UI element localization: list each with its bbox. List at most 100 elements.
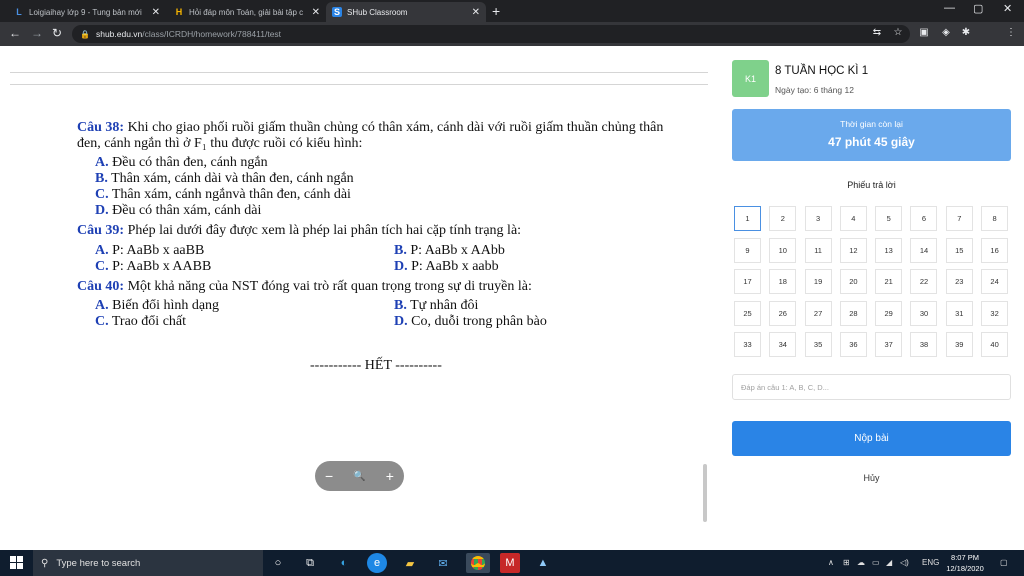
photos-icon[interactable]: ▲ xyxy=(533,553,553,573)
zoom-out-icon[interactable]: − xyxy=(325,468,333,484)
url-bar[interactable]: 🔒 shub.edu.vn/class/ICRDH/homework/78841… xyxy=(72,25,910,43)
cortana-icon[interactable]: ○ xyxy=(268,553,288,573)
answer-cell-14[interactable]: 14 xyxy=(910,237,938,263)
answer-cell-11[interactable]: 11 xyxy=(804,237,832,263)
answer-cell-36[interactable]: 36 xyxy=(839,332,867,357)
answer-cell-23[interactable]: 23 xyxy=(945,269,973,294)
answer-cell-32[interactable]: 32 xyxy=(981,300,1009,326)
browser-tab-shub[interactable]: S SHub Classroom ✕ xyxy=(326,2,486,22)
answer-option: C. P: AaBb x AABB xyxy=(95,259,212,274)
hoidap-icon: H xyxy=(175,7,183,17)
answer-cell-24[interactable]: 24 xyxy=(981,269,1009,294)
mcafee-icon[interactable]: M xyxy=(500,553,520,573)
answer-cell-28[interactable]: 28 xyxy=(839,300,867,326)
minimize-icon[interactable]: — xyxy=(944,2,955,14)
cancel-button[interactable]: Hủy xyxy=(732,473,1011,483)
answer-cell-37[interactable]: 37 xyxy=(875,332,903,357)
answer-option: B. P: AaBb x AAbb xyxy=(394,243,505,258)
edge-icon[interactable]: ◐ xyxy=(334,553,354,573)
document-viewer: Câu 38: Khi cho giao phối ruồi giấm thuầ… xyxy=(0,46,712,550)
answer-cell-26[interactable]: 26 xyxy=(769,300,797,326)
answer-cell-3[interactable]: 3 xyxy=(804,206,832,231)
answer-cell-20[interactable]: 20 xyxy=(839,269,867,294)
language-indicator[interactable]: ENG xyxy=(922,558,939,567)
question-38-line1: Câu 38: Khi cho giao phối ruồi giấm thuầ… xyxy=(77,120,664,135)
answer-cell-18[interactable]: 18 xyxy=(769,269,797,294)
notifications-icon[interactable]: ▢ xyxy=(1000,558,1008,567)
close-tab-icon[interactable]: ✕ xyxy=(312,7,320,18)
translate-icon[interactable]: ⇆ xyxy=(870,27,884,38)
answer-cell-17[interactable]: 17 xyxy=(734,269,761,294)
chrome-icon[interactable] xyxy=(466,553,490,573)
answer-cell-25[interactable]: 25 xyxy=(734,300,761,326)
scrollbar-thumb[interactable] xyxy=(703,464,707,522)
browser-tab-hoidap[interactable]: H Hỏi đáp môn Toán, giải bài tập c ✕ xyxy=(168,2,326,22)
answer-cell-21[interactable]: 21 xyxy=(875,269,903,294)
address-toolbar: ← → ↻ 🔒 shub.edu.vn/class/ICRDH/homework… xyxy=(0,22,1024,63)
windows-start-icon[interactable] xyxy=(10,556,23,569)
answer-cell-5[interactable]: 5 xyxy=(875,206,903,231)
extension-icon[interactable]: ▣ xyxy=(917,27,931,38)
file-explorer-icon[interactable]: ▰ xyxy=(400,553,420,573)
zoom-in-icon[interactable]: + xyxy=(386,468,394,484)
answer-cell-29[interactable]: 29 xyxy=(875,300,903,326)
menu-kebab-icon[interactable]: ⋮ xyxy=(1004,27,1018,38)
browser-tab-loigiaihay[interactable]: L Loigiaihay lớp 9 - Tung bản mới ✕ xyxy=(8,2,166,22)
tray-icon[interactable]: ⊞ xyxy=(843,558,850,567)
volume-icon[interactable]: ◁) xyxy=(900,558,909,567)
bookmark-star-icon[interactable]: ☆ xyxy=(891,27,905,38)
divider xyxy=(10,72,708,73)
answer-cell-9[interactable]: 9 xyxy=(734,237,761,263)
back-icon[interactable]: ← xyxy=(9,26,21,40)
answer-cell-33[interactable]: 33 xyxy=(734,332,761,357)
answer-option: A. Đều có thân đen, cánh ngắn xyxy=(95,155,268,170)
tray-chevron-icon[interactable]: ∧ xyxy=(828,558,834,567)
answer-cell-34[interactable]: 34 xyxy=(769,332,797,357)
answer-cell-8[interactable]: 8 xyxy=(981,206,1009,231)
answer-cell-16[interactable]: 16 xyxy=(981,237,1009,263)
zoom-search-icon[interactable]: 🔍 xyxy=(353,471,365,482)
answer-cell-15[interactable]: 15 xyxy=(945,237,973,263)
reload-icon[interactable]: ↻ xyxy=(52,26,62,40)
taskbar-search[interactable]: ⚲ Type here to search xyxy=(33,550,263,576)
forward-icon[interactable]: → xyxy=(31,26,43,40)
task-view-icon[interactable]: ⧉ xyxy=(300,553,320,573)
answer-cell-4[interactable]: 4 xyxy=(839,206,867,231)
answer-cell-13[interactable]: 13 xyxy=(875,237,903,263)
answer-cell-2[interactable]: 2 xyxy=(769,206,797,231)
answer-cell-35[interactable]: 35 xyxy=(804,332,832,357)
answer-cell-38[interactable]: 38 xyxy=(910,332,938,357)
battery-icon[interactable]: ▭ xyxy=(872,558,880,567)
maximize-icon[interactable]: ▢ xyxy=(973,2,983,15)
question-40: Câu 40: Một khả năng của NST đóng vai tr… xyxy=(77,279,532,294)
answer-cell-22[interactable]: 22 xyxy=(910,269,938,294)
clock-time: 8:07 PM xyxy=(951,553,979,562)
answer-cell-39[interactable]: 39 xyxy=(945,332,973,357)
mail-icon[interactable]: ✉ xyxy=(433,553,453,573)
network-icon[interactable]: ◢ xyxy=(886,558,892,567)
close-tab-icon[interactable]: ✕ xyxy=(472,7,480,18)
taskbar-clock[interactable]: 8:07 PM 12/18/2020 xyxy=(942,552,988,574)
answer-cell-1[interactable]: 1 xyxy=(734,206,761,231)
close-tab-icon[interactable]: ✕ xyxy=(152,7,160,18)
browser-app-icon[interactable]: e xyxy=(367,553,387,573)
answer-cell-30[interactable]: 30 xyxy=(910,300,938,326)
answer-option: D. Đều có thân xám, cánh dài xyxy=(95,203,262,218)
answer-cell-19[interactable]: 19 xyxy=(804,269,832,294)
answer-input[interactable]: Đáp án câu 1: A, B, C, D... xyxy=(732,374,1011,400)
answer-cell-6[interactable]: 6 xyxy=(910,206,938,231)
onedrive-icon[interactable]: ☁ xyxy=(857,558,865,567)
submit-button[interactable]: Nộp bài xyxy=(732,421,1011,456)
answer-cell-27[interactable]: 27 xyxy=(804,300,832,326)
answer-cell-12[interactable]: 12 xyxy=(839,237,867,263)
close-window-icon[interactable]: ✕ xyxy=(1003,2,1012,15)
answer-cell-31[interactable]: 31 xyxy=(945,300,973,326)
extensions-puzzle-icon[interactable]: ✱ xyxy=(959,27,973,38)
answer-cell-40[interactable]: 40 xyxy=(981,332,1009,357)
answer-cell-10[interactable]: 10 xyxy=(769,237,797,263)
browser-tab-bar: L Loigiaihay lớp 9 - Tung bản mới ✕ H Hỏ… xyxy=(0,0,1024,22)
tab-title: SHub Classroom xyxy=(347,7,408,17)
new-tab-button[interactable]: + xyxy=(492,3,500,19)
answer-cell-7[interactable]: 7 xyxy=(945,206,973,231)
extension-icon[interactable]: ◈ xyxy=(939,27,953,38)
